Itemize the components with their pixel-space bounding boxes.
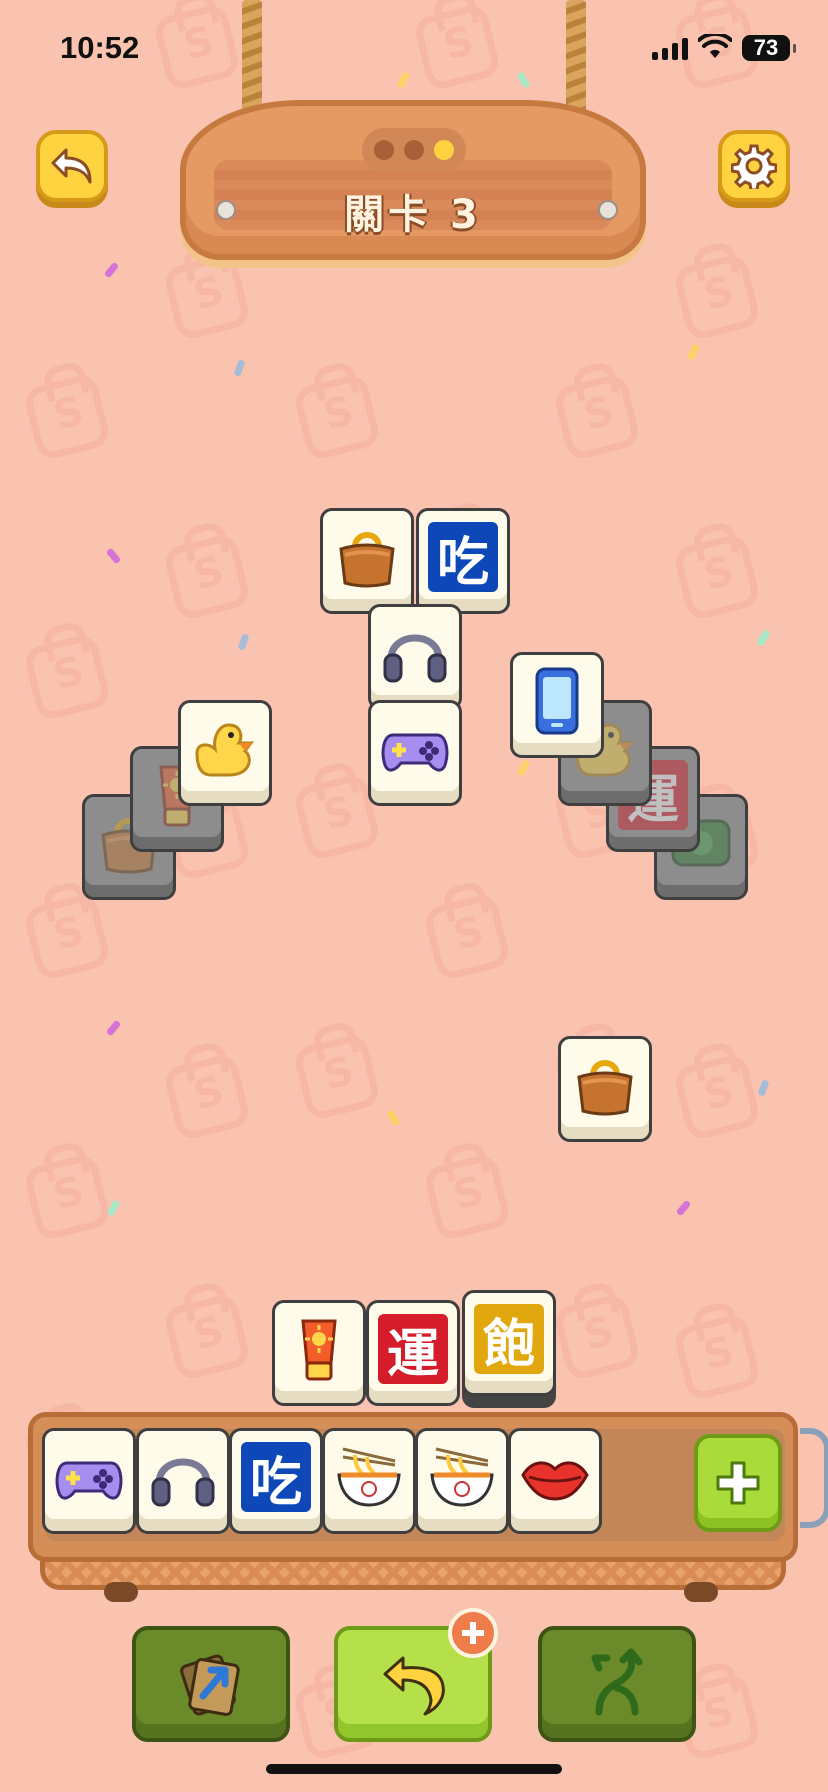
swap-button[interactable] <box>538 1626 696 1742</box>
undo-icon <box>383 1656 445 1716</box>
sunscreen-icon <box>283 1313 355 1385</box>
shuffle-card-icon <box>180 1654 240 1716</box>
char-tile-face: 飽 <box>474 1304 544 1375</box>
headphones-icon <box>379 617 451 689</box>
tray-slot: 吃 <box>229 1428 323 1534</box>
swap-arrows-icon <box>591 1648 643 1716</box>
char-tile-face: 吃 <box>428 522 498 593</box>
tray-slot <box>508 1428 602 1534</box>
stage-progress-dots <box>362 128 466 172</box>
gamepad-icon <box>53 1441 125 1513</box>
tray-wheel <box>104 1582 138 1602</box>
tray-handle <box>800 1428 828 1528</box>
plus-icon <box>716 1461 760 1505</box>
handbag-icon <box>569 1049 641 1121</box>
add-slot-button[interactable] <box>694 1434 782 1532</box>
char-tile-face: 吃 <box>241 1442 311 1513</box>
undo-button[interactable] <box>334 1608 498 1742</box>
tile-duck[interactable] <box>178 700 272 806</box>
duck-icon <box>189 713 261 785</box>
tray-slot <box>42 1428 136 1534</box>
tile-handbag[interactable] <box>558 1036 652 1142</box>
status-time: 10:52 <box>60 30 140 65</box>
home-indicator[interactable] <box>266 1764 562 1774</box>
shuffle-button[interactable] <box>132 1626 290 1742</box>
tile-sunscreen[interactable] <box>272 1300 366 1406</box>
lips-icon <box>519 1441 591 1513</box>
progress-dot <box>374 140 394 160</box>
gamepad-icon <box>379 713 451 785</box>
tile-gamepad[interactable] <box>368 700 462 806</box>
noodle-bowl-icon <box>426 1441 498 1513</box>
tile-phone[interactable] <box>510 652 604 758</box>
wifi-icon <box>698 34 732 58</box>
battery-indicator: 73 <box>742 35 796 61</box>
cellular-signal-icon <box>652 38 688 60</box>
handbag-icon <box>331 521 403 593</box>
back-button[interactable] <box>36 130 108 202</box>
status-bar: 10:52 73 <box>0 0 828 100</box>
tray-slot <box>415 1428 509 1534</box>
tray-slot <box>136 1428 230 1534</box>
progress-dot-active <box>434 140 454 160</box>
tile-handbag[interactable] <box>320 508 414 614</box>
tile-headphones[interactable] <box>368 604 462 710</box>
gear-icon <box>731 144 777 189</box>
undo-add-badge[interactable] <box>448 1608 498 1658</box>
tile-char[interactable]: 飽 <box>462 1290 556 1396</box>
char-tile-face: 運 <box>378 1314 448 1385</box>
plus-icon <box>462 1622 484 1644</box>
noodle-bowl-icon <box>333 1441 405 1513</box>
tile-char[interactable]: 吃 <box>416 508 510 614</box>
tray-wheel <box>684 1582 718 1602</box>
back-arrow-icon <box>51 148 92 184</box>
tile-char[interactable]: 運 <box>366 1300 460 1406</box>
phone-icon <box>521 665 593 737</box>
progress-dot <box>404 140 424 160</box>
tray-slot <box>322 1428 416 1534</box>
settings-button[interactable] <box>718 130 790 202</box>
level-title: 關卡 3 <box>344 192 482 238</box>
level-sign: 關卡 3 <box>180 100 646 260</box>
headphones-icon <box>147 1441 219 1513</box>
